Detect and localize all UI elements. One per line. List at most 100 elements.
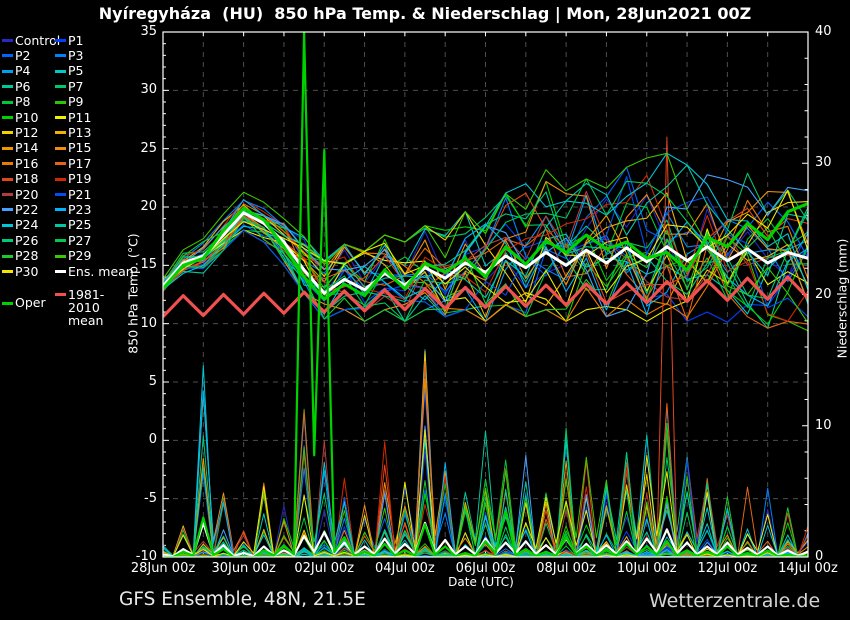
brand-watermark: Wetterzentrale.de	[649, 590, 820, 612]
legend-item-p25: P25	[55, 218, 91, 233]
legend-swatch	[55, 116, 66, 119]
legend-item-p9: P9	[55, 95, 84, 110]
legend-swatch	[55, 178, 66, 181]
legend-swatch	[55, 239, 66, 242]
legend-label: P22	[15, 203, 38, 217]
legend-label: P30	[15, 265, 38, 279]
legend-swatch	[55, 39, 66, 42]
temp-tick-label-15: 15	[117, 257, 157, 272]
legend-label: P20	[15, 188, 38, 202]
legend-item-p22: P22	[2, 202, 38, 217]
legend-item-p23: P23	[55, 202, 91, 217]
legend-item-p18: P18	[2, 172, 38, 187]
legend-swatch	[55, 85, 66, 88]
legend-label: P12	[15, 126, 38, 140]
temp-tick-label-20: 20	[117, 199, 157, 214]
legend-item-p29: P29	[55, 249, 91, 264]
legend-label: P19	[68, 172, 91, 186]
temp-tick-label-25: 25	[117, 141, 157, 156]
legend-item-p12: P12	[2, 125, 38, 140]
x-tick-label-0: 28Jun 00z	[123, 562, 203, 576]
legend-swatch	[2, 255, 13, 258]
temp-tick-label-30: 30	[117, 82, 157, 97]
legend-item-p27: P27	[55, 233, 91, 248]
legend-label: P9	[68, 95, 84, 109]
x-tick-label-5: 08Jul 00z	[526, 562, 606, 576]
legend-label: P3	[68, 49, 84, 63]
legend-swatch	[55, 270, 66, 273]
legend-swatch	[2, 208, 13, 211]
legend-item-oper: Oper	[2, 296, 46, 311]
legend-swatch	[55, 147, 66, 150]
legend-label: P26	[15, 234, 38, 248]
legend-swatch	[2, 162, 13, 165]
temp-tick-label-0: 0	[117, 432, 157, 447]
legend-item-p8: P8	[2, 95, 31, 110]
legend-label: P6	[15, 80, 31, 94]
legend-swatch	[2, 70, 13, 73]
legend-item-p7: P7	[55, 79, 84, 94]
legend-label: P14	[15, 141, 38, 155]
precip-tick-label-10: 10	[815, 418, 845, 433]
legend-item-p21: P21	[55, 187, 91, 202]
legend-swatch	[55, 101, 66, 104]
legend-item-p13: P13	[55, 125, 91, 140]
legend-swatch	[2, 131, 13, 134]
legend-label: Oper	[15, 296, 46, 310]
x-tick-label-4: 06Jul 00z	[446, 562, 526, 576]
legend-label: P1	[68, 34, 84, 48]
precip-tick-label-40: 40	[815, 24, 845, 39]
gridlines	[163, 32, 808, 557]
legend-item-p10: P10	[2, 110, 38, 125]
legend-label: P16	[15, 157, 38, 171]
legend-swatch	[55, 54, 66, 57]
legend-label: P13	[68, 126, 91, 140]
legend-label: P4	[15, 64, 31, 78]
legend-label: Control	[15, 34, 60, 48]
x-tick-label-8: 14Jul 00z	[768, 562, 848, 576]
x-tick-label-6: 10Jul 00z	[607, 562, 687, 576]
legend-swatch	[2, 147, 13, 150]
legend-item-p20: P20	[2, 187, 38, 202]
legend-item-p19: P19	[55, 172, 91, 187]
temp-tick-label--5: -5	[117, 491, 157, 506]
temp-tick-label-10: 10	[117, 316, 157, 331]
legend-label: P8	[15, 95, 31, 109]
legend-swatch	[2, 302, 13, 305]
legend-label: P17	[68, 157, 91, 171]
legend-swatch	[55, 208, 66, 211]
legend-label: P27	[68, 234, 91, 248]
x-tick-label-7: 12Jul 00z	[687, 562, 767, 576]
legend-label: P10	[15, 111, 38, 125]
meteogram-image: Nyíregyháza (HU) 850 hPa Temp. & Nieders…	[0, 0, 850, 620]
legend-swatch	[2, 101, 13, 104]
precip-tick-label-30: 30	[815, 155, 845, 170]
legend-item-p14: P14	[2, 141, 38, 156]
precip-tick-label-20: 20	[815, 287, 845, 302]
legend-label: P28	[15, 249, 38, 263]
legend-item-p17: P17	[55, 156, 91, 171]
legend-item-p5: P5	[55, 64, 84, 79]
legend-item-p2: P2	[2, 48, 31, 63]
legend-swatch	[2, 224, 13, 227]
legend-label: P7	[68, 80, 84, 94]
model-caption: GFS Ensemble, 48N, 21.5E	[119, 589, 366, 610]
legend-swatch	[2, 54, 13, 57]
legend-item-p6: P6	[2, 79, 31, 94]
legend-label: P11	[68, 111, 91, 125]
legend-swatch	[55, 255, 66, 258]
legend-item-control: Control	[2, 33, 60, 48]
legend-label: P25	[68, 218, 91, 232]
legend-item-p26: P26	[2, 233, 38, 248]
legend-swatch	[2, 39, 13, 42]
legend-label: P18	[15, 172, 38, 186]
legend-item-p15: P15	[55, 141, 91, 156]
legend-swatch	[55, 131, 66, 134]
legend-swatch	[2, 193, 13, 196]
x-axis-title: Date (UTC)	[381, 575, 581, 589]
legend-label: P21	[68, 188, 91, 202]
legend-swatch	[2, 85, 13, 88]
temp-tick-label-35: 35	[117, 24, 157, 39]
legend-swatch	[55, 162, 66, 165]
legend-swatch	[55, 70, 66, 73]
